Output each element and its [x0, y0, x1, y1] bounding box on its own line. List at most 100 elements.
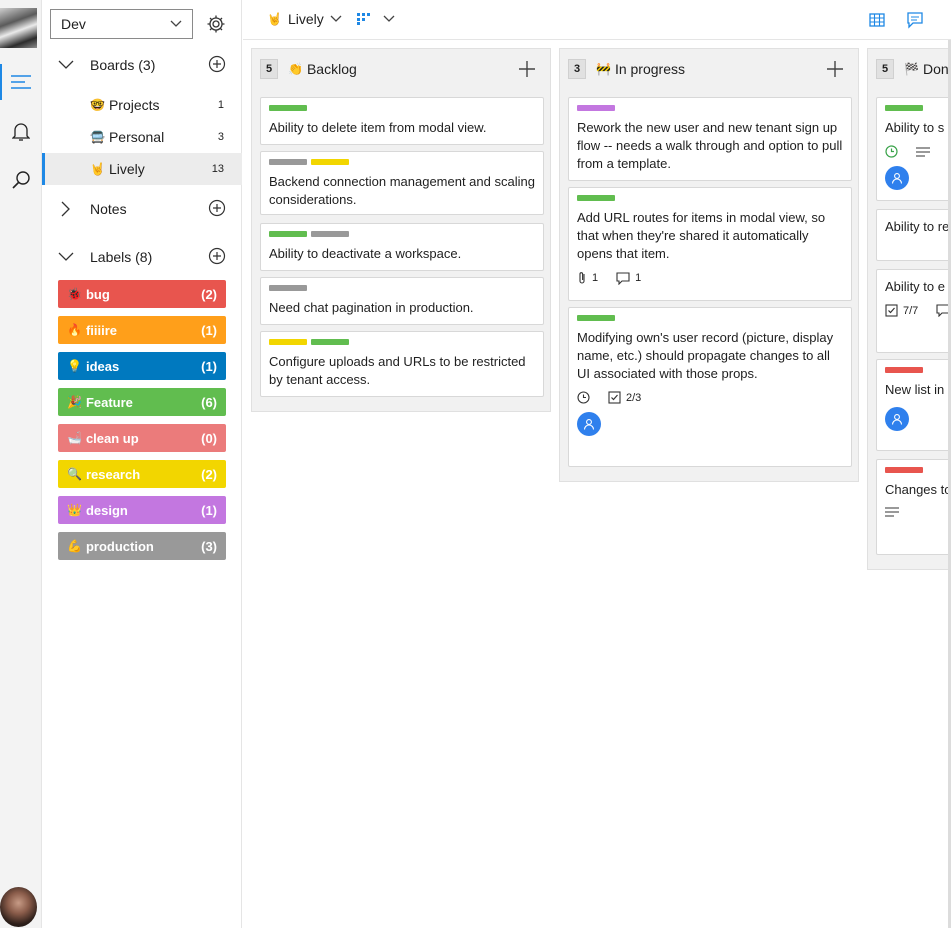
board-count: 1 — [217, 99, 224, 111]
board-emoji: 🤘 — [267, 12, 282, 26]
notes-section-header[interactable]: Notes — [42, 195, 242, 223]
label-count: (6) — [201, 394, 217, 410]
sidebar-item-personal[interactable]: 🚍 Personal 3 — [42, 121, 242, 153]
assignee-avatar[interactable] — [885, 166, 909, 190]
sidebar-item-lively[interactable]: 🤘 Lively 13 — [42, 153, 242, 185]
labels-section-header[interactable]: Labels (8) — [42, 243, 242, 271]
user-avatar[interactable] — [0, 887, 37, 927]
board-label: Personal — [108, 129, 165, 145]
column-count: 5 — [260, 59, 278, 79]
column-header[interactable]: 5 🏁Done — [868, 49, 951, 89]
menu-lines-icon — [11, 75, 31, 89]
card[interactable]: Ability to re messages. — [876, 209, 951, 261]
label-item[interactable]: 💡 ideas (1) — [58, 352, 226, 380]
board-toolbar: 🤘 Lively — [243, 0, 951, 40]
add-label-icon[interactable] — [208, 247, 226, 265]
label-count: (0) — [201, 430, 217, 446]
board-count: 3 — [217, 131, 224, 143]
card[interactable]: Configure uploads and URLs to be restric… — [260, 331, 544, 397]
column-header[interactable]: 3 🚧 In progress — [560, 49, 858, 89]
add-board-icon[interactable] — [208, 55, 226, 73]
card-labels — [269, 339, 535, 345]
add-card-icon[interactable] — [518, 60, 536, 78]
checkbox-icon — [885, 304, 898, 317]
label-emoji: 👑 — [67, 503, 82, 517]
chevron-down-icon — [58, 60, 74, 69]
card[interactable]: Modifying own's user record (picture, di… — [568, 307, 852, 467]
card-title: Ability to re messages. — [885, 219, 951, 234]
label-item[interactable]: 🔥 fiiiire (1) — [58, 316, 226, 344]
label-item[interactable]: 💪 production (3) — [58, 532, 226, 560]
boards-nav-button[interactable] — [0, 62, 42, 102]
checklist-meta: 7/7 — [885, 304, 918, 317]
card-title: Ability to e messages. — [885, 279, 951, 294]
sidebar: Dev Boards (3) 🤓 Projects 1 🚍 Personal 3… — [42, 0, 242, 928]
comments-count: 1 — [635, 272, 642, 284]
card[interactable]: Need chat pagination in production. — [260, 277, 544, 325]
column-header[interactable]: 5 👏 Backlog — [252, 49, 550, 89]
card[interactable]: Ability to deactivate a workspace. — [260, 223, 544, 271]
due-meta — [885, 145, 898, 158]
card-label-chip — [269, 285, 307, 291]
label-name: design — [85, 502, 128, 518]
workspace-select[interactable]: Dev — [50, 9, 193, 39]
board-count: 13 — [211, 163, 224, 175]
description-icon — [885, 507, 899, 517]
app-logo[interactable] — [0, 8, 37, 48]
search-nav-button[interactable] — [0, 160, 42, 200]
label-count: (1) — [201, 358, 217, 374]
user-icon — [891, 414, 903, 425]
card[interactable]: Add URL routes for items in modal view, … — [568, 187, 852, 301]
description-meta — [885, 507, 899, 517]
card-label-chip — [885, 467, 923, 473]
view-select[interactable] — [357, 13, 395, 25]
assignee-avatar[interactable] — [885, 407, 909, 431]
description-icon — [916, 146, 930, 157]
chat-icon[interactable] — [906, 11, 924, 29]
card-title: Backend connection management and scalin… — [269, 174, 535, 207]
card[interactable]: Ability to delete item from modal view. — [260, 97, 544, 145]
notifications-nav-button[interactable] — [0, 112, 42, 152]
label-name: clean up — [85, 430, 139, 446]
description-meta — [916, 146, 930, 157]
add-card-icon[interactable] — [826, 60, 844, 78]
comments-meta: 1 — [616, 271, 642, 285]
card[interactable]: Ability to s — [876, 97, 951, 201]
card-label-chip — [269, 339, 307, 345]
table-view-icon[interactable] — [868, 11, 886, 29]
card[interactable]: New list in auto-expan — [876, 359, 951, 451]
card-label-chip — [577, 105, 615, 111]
card[interactable]: Ability to e messages. 7/7 — [876, 269, 951, 353]
board-emoji: 🚍 — [90, 130, 105, 144]
add-note-icon[interactable] — [208, 199, 226, 217]
label-item[interactable]: 🔍 research (2) — [58, 460, 226, 488]
label-item[interactable]: 🎉 Feature (6) — [58, 388, 226, 416]
card-labels — [577, 315, 843, 321]
checklist-progress: 7/7 — [903, 304, 919, 317]
board-select[interactable]: 🤘 Lively — [267, 11, 342, 27]
sidebar-item-projects[interactable]: 🤓 Projects 1 — [42, 89, 242, 121]
label-emoji: 💡 — [67, 359, 82, 373]
card-title: Modifying own's user record (picture, di… — [577, 330, 834, 381]
card[interactable]: Changes to updating in — [876, 459, 951, 555]
label-emoji: 🔥 — [67, 323, 82, 337]
board-emoji: 🤓 — [90, 98, 105, 112]
board-view-icon — [357, 13, 370, 25]
boards-section-header[interactable]: Boards (3) — [42, 51, 242, 79]
labels-header-label: Labels (8) — [90, 249, 153, 265]
assignee-avatar[interactable] — [577, 412, 601, 436]
card[interactable]: Backend connection management and scalin… — [260, 151, 544, 215]
gear-icon[interactable] — [206, 14, 226, 34]
card-label-chip — [269, 159, 307, 165]
column-count: 5 — [876, 59, 894, 79]
card[interactable]: Rework the new user and new tenant sign … — [568, 97, 852, 181]
label-item[interactable]: 🛁 clean up (0) — [58, 424, 226, 452]
label-name: research — [85, 466, 141, 482]
card-title: New list in auto-expan — [885, 382, 951, 397]
label-name: production — [85, 538, 154, 554]
board-label: Lively — [108, 161, 145, 177]
chevron-down-icon — [58, 252, 74, 261]
label-item[interactable]: 🐞 bug (2) — [58, 280, 226, 308]
label-item[interactable]: 👑 design (1) — [58, 496, 226, 524]
card-title: Configure uploads and URLs to be restric… — [269, 354, 526, 387]
